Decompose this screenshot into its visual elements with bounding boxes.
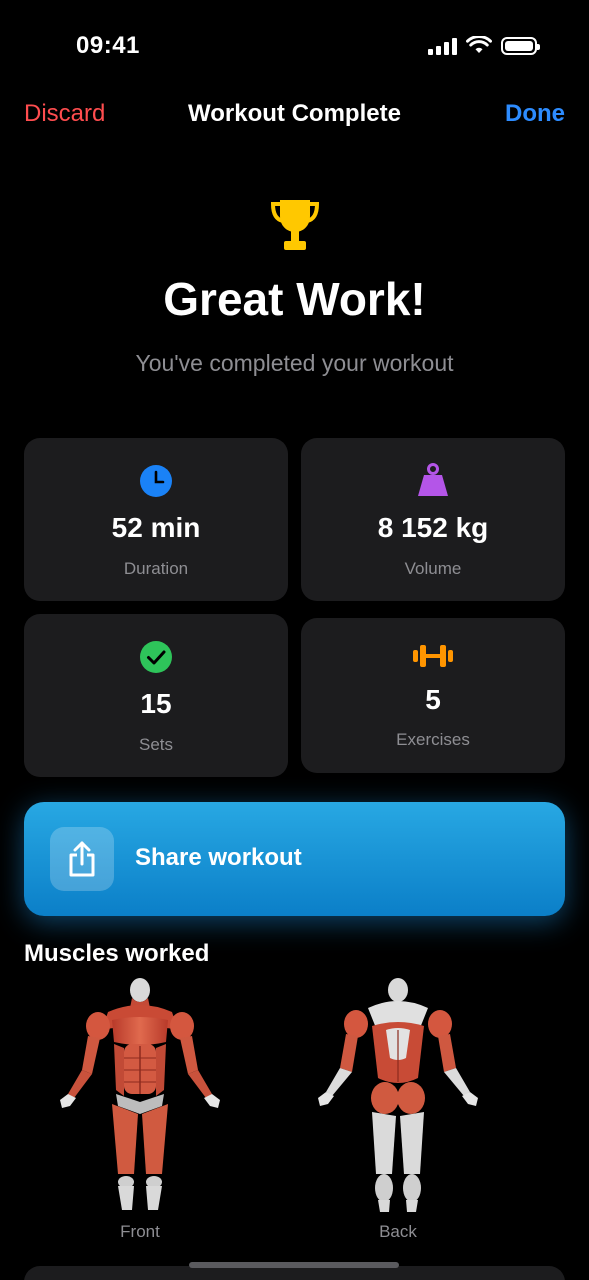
home-indicator[interactable] <box>189 1262 399 1268</box>
battery-icon <box>501 36 540 55</box>
share-icon <box>69 841 95 877</box>
volume-label: Volume <box>404 559 462 578</box>
done-button[interactable]: Done <box>505 100 565 128</box>
duration-value: 52 min <box>111 512 201 543</box>
share-icon-container <box>50 827 114 891</box>
weight-icon <box>418 463 448 496</box>
workout-complete-screen: 09:41 Workout Complete Discard Done Grea… <box>0 0 589 1280</box>
exercises-label: Exercises <box>396 730 470 749</box>
clock-icon <box>140 465 172 497</box>
next-section-card <box>24 1266 565 1280</box>
sets-label: Sets <box>138 735 174 754</box>
cellular-signal-icon <box>428 37 457 55</box>
checkmark-circle-icon <box>140 641 172 673</box>
stat-card-volume: 8 152 kg Volume <box>301 438 565 601</box>
share-workout-button[interactable]: Share workout <box>24 802 565 916</box>
dumbbell-icon <box>413 645 453 667</box>
front-figure-label: Front <box>120 1222 160 1241</box>
muscles-worked-title: Muscles worked <box>24 940 210 967</box>
stat-card-exercises: 5 Exercises <box>301 618 565 773</box>
trophy-icon <box>270 200 320 250</box>
hero-title: Great Work! <box>163 273 426 325</box>
stat-card-duration: 52 min Duration <box>24 438 288 601</box>
stat-card-sets: 15 Sets <box>24 614 288 777</box>
status-time: 09:41 <box>76 32 140 59</box>
status-icons <box>428 36 540 55</box>
back-body-figure <box>318 978 478 1212</box>
hero-subtitle: You've completed your workout <box>135 350 454 376</box>
volume-value: 8 152 kg <box>377 512 489 543</box>
discard-button[interactable]: Discard <box>24 100 105 128</box>
duration-label: Duration <box>123 559 189 578</box>
wifi-icon <box>466 36 492 53</box>
exercises-value: 5 <box>425 684 441 715</box>
sets-value: 15 <box>140 688 172 719</box>
back-figure-label: Back <box>379 1222 417 1241</box>
share-workout-label: Share workout <box>135 844 302 871</box>
front-body-figure <box>60 978 220 1210</box>
